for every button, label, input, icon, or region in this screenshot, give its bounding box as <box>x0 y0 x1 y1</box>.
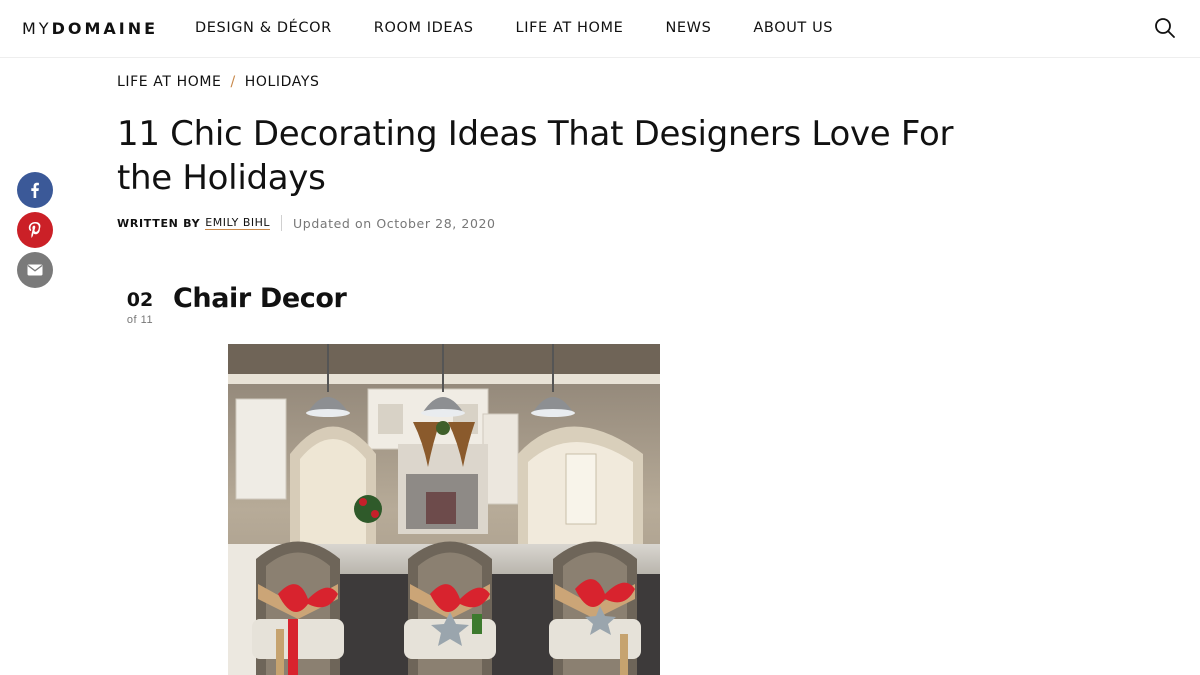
article-photo <box>228 344 660 675</box>
item-counter: 02 of 11 <box>118 289 162 326</box>
byline: WRITTEN BY EMILY BIHL Updated on October… <box>117 215 496 231</box>
pinterest-icon <box>28 222 41 238</box>
updated-date: Updated on October 28, 2020 <box>293 215 496 231</box>
nav-life-at-home[interactable]: LIFE AT HOME <box>516 20 624 36</box>
written-by-label: WRITTEN BY <box>117 216 201 230</box>
author-link[interactable]: EMILY BIHL <box>205 216 271 230</box>
item-title: Chair Decor <box>173 283 347 314</box>
site-logo[interactable]: MYDOMAINE <box>22 19 158 38</box>
breadcrumb-life-at-home[interactable]: LIFE AT HOME <box>117 74 221 90</box>
search-icon <box>1155 18 1175 38</box>
pinterest-share-button[interactable] <box>17 212 53 248</box>
main-nav: DESIGN & DÉCOR ROOM IDEAS LIFE AT HOME N… <box>195 20 875 36</box>
nav-room-ideas[interactable]: ROOM IDEAS <box>374 20 474 36</box>
nav-news[interactable]: NEWS <box>665 20 711 36</box>
social-share-bar <box>17 172 53 292</box>
logo-my: MY <box>22 19 52 38</box>
item-total: of 11 <box>126 314 154 326</box>
breadcrumb: LIFE AT HOME / HOLIDAYS <box>117 74 320 90</box>
email-icon <box>27 264 43 276</box>
facebook-share-button[interactable] <box>17 172 53 208</box>
search-button[interactable] <box>1154 17 1176 39</box>
article-title: 11 Chic Decorating Ideas That Designers … <box>117 114 954 198</box>
logo-domaine: DOMAINE <box>51 19 159 38</box>
nav-about-us[interactable]: ABOUT US <box>753 20 833 36</box>
kitchen-chairs-photo <box>228 344 660 675</box>
breadcrumb-holidays[interactable]: HOLIDAYS <box>245 74 320 90</box>
email-share-button[interactable] <box>17 252 53 288</box>
byline-divider <box>281 215 283 231</box>
nav-design-decor[interactable]: DESIGN & DÉCOR <box>195 20 332 36</box>
facebook-icon <box>31 182 39 198</box>
breadcrumb-separator: / <box>230 74 236 90</box>
item-number: 02 <box>126 289 154 311</box>
site-header: MYDOMAINE DESIGN & DÉCOR ROOM IDEAS LIFE… <box>0 0 1200 58</box>
